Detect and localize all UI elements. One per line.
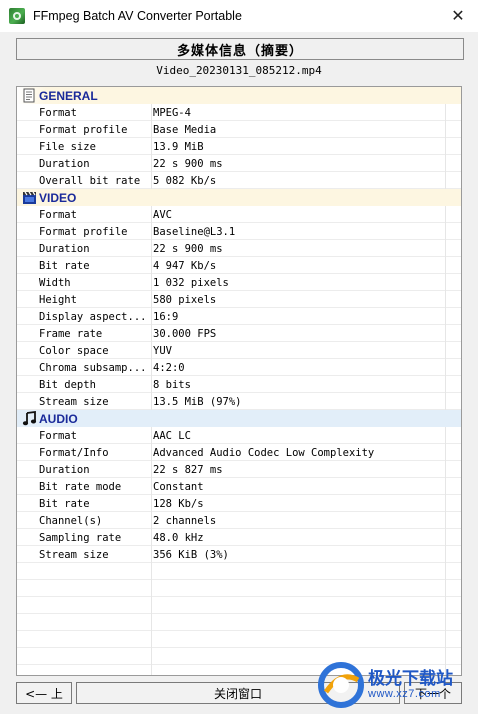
property-value: 22 s 900 ms [153, 157, 223, 170]
property-name: Height [39, 293, 77, 306]
property-value: 13.9 MiB [153, 140, 204, 153]
info-row[interactable]: Width 1 032 pixels [17, 274, 461, 291]
app-logo-icon [9, 8, 25, 24]
info-row[interactable]: File size 13.9 MiB [17, 138, 461, 155]
property-value: 1 032 pixels [153, 276, 229, 289]
property-name: Chroma subsamp... [39, 361, 147, 374]
property-name: File size [39, 140, 96, 153]
info-row[interactable]: Duration 22 s 827 ms [17, 461, 461, 478]
property-value: AAC LC [153, 429, 191, 442]
property-value: 30.000 FPS [153, 327, 217, 340]
info-row[interactable]: Overall bit rate 5 082 Kb/s [17, 172, 461, 189]
property-name: Bit depth [39, 378, 96, 391]
info-row[interactable]: Duration 22 s 900 ms [17, 240, 461, 257]
property-value: Advanced Audio Codec Low Complexity [153, 446, 375, 459]
info-row[interactable]: Format profile Baseline@L3.1 [17, 223, 461, 240]
property-name: Format profile [39, 225, 128, 238]
previous-button[interactable]: <— 上 [16, 682, 72, 704]
property-value: 16:9 [153, 310, 179, 323]
info-rows: GENERAL Format MPEG-4 Format profile Base Me… [17, 87, 461, 563]
file-info-icon [22, 88, 37, 103]
info-row[interactable]: Format AAC LC [17, 427, 461, 444]
property-value: 13.5 MiB (97%) [153, 395, 242, 408]
property-value: 356 KiB (3%) [153, 548, 229, 561]
property-value: YUV [153, 344, 172, 357]
info-row[interactable]: Stream size 356 KiB (3%) [17, 546, 461, 563]
property-name: Duration [39, 463, 90, 476]
property-value: Baseline@L3.1 [153, 225, 236, 238]
property-name: Color space [39, 344, 109, 357]
summary-heading: 多媒体信息（摘要） [16, 38, 464, 60]
property-name: Overall bit rate [39, 174, 141, 187]
section-header-audio: AUDIO [17, 410, 461, 427]
property-name: Width [39, 276, 71, 289]
property-value: AVC [153, 208, 172, 221]
section-title: VIDEO [39, 190, 77, 205]
title-bar: FFmpeg Batch AV Converter Portable ✕ [0, 0, 478, 32]
window-title: FFmpeg Batch AV Converter Portable [33, 9, 242, 23]
info-row[interactable]: Bit depth 8 bits [17, 376, 461, 393]
property-name: Format profile [39, 123, 128, 136]
info-row[interactable]: Stream size 13.5 MiB (97%) [17, 393, 461, 410]
info-row[interactable]: Height 580 pixels [17, 291, 461, 308]
info-row[interactable]: Chroma subsamp... 4:2:0 [17, 359, 461, 376]
property-value: Base Media [153, 123, 217, 136]
info-row[interactable]: Frame rate 30.000 FPS [17, 325, 461, 342]
close-window-dialog-button[interactable]: 关闭窗口 [76, 682, 400, 704]
info-row[interactable]: Display aspect... 16:9 [17, 308, 461, 325]
property-value: MPEG-4 [153, 106, 191, 119]
property-name: Channel(s) [39, 514, 103, 527]
section-header-general: GENERAL [17, 87, 461, 104]
info-row[interactable]: Color space YUV [17, 342, 461, 359]
property-name: Stream size [39, 395, 109, 408]
property-value: 22 s 900 ms [153, 242, 223, 255]
property-name: Stream size [39, 548, 109, 561]
section-title: GENERAL [39, 88, 98, 103]
info-row[interactable]: Bit rate 4 947 Kb/s [17, 257, 461, 274]
property-value: 48.0 kHz [153, 531, 204, 544]
music-note-icon [22, 410, 37, 426]
property-name: Sampling rate [39, 531, 122, 544]
property-name: Format [39, 429, 77, 442]
property-value: 128 Kb/s [153, 497, 204, 510]
section-header-video: VIDEO [17, 189, 461, 206]
property-value: 22 s 827 ms [153, 463, 223, 476]
film-clapper-icon [22, 190, 37, 205]
property-name: Bit rate [39, 259, 90, 272]
property-name: Bit rate [39, 497, 90, 510]
media-info-list[interactable]: GENERAL Format MPEG-4 Format profile Base Me… [16, 86, 462, 676]
property-value: 4:2:0 [153, 361, 185, 374]
property-name: Display aspect... [39, 310, 147, 323]
info-row[interactable]: Format AVC [17, 206, 461, 223]
property-value: 5 082 Kb/s [153, 174, 217, 187]
info-row[interactable]: Duration 22 s 900 ms [17, 155, 461, 172]
property-value: 4 947 Kb/s [153, 259, 217, 272]
info-row[interactable]: Sampling rate 48.0 kHz [17, 529, 461, 546]
info-row[interactable]: Bit rate mode Constant [17, 478, 461, 495]
info-row[interactable]: Format profile Base Media [17, 121, 461, 138]
property-value: Constant [153, 480, 204, 493]
property-value: 580 pixels [153, 293, 217, 306]
next-button[interactable]: 下一个 [404, 682, 462, 704]
property-name: Duration [39, 157, 90, 170]
property-value: 2 channels [153, 514, 217, 527]
property-name: Format [39, 106, 77, 119]
property-name: Duration [39, 242, 90, 255]
info-row[interactable]: Bit rate 128 Kb/s [17, 495, 461, 512]
info-row[interactable]: Channel(s) 2 channels [17, 512, 461, 529]
section-title: AUDIO [39, 411, 78, 426]
info-row[interactable]: Format MPEG-4 [17, 104, 461, 121]
close-window-button[interactable]: ✕ [438, 0, 478, 32]
property-name: Format/Info [39, 446, 109, 459]
file-name-label: Video_20230131_085212.mp4 [156, 64, 322, 77]
property-name: Format [39, 208, 77, 221]
property-value: 8 bits [153, 378, 191, 391]
property-name: Bit rate mode [39, 480, 122, 493]
info-row[interactable]: Format/Info Advanced Audio Codec Low Comp… [17, 444, 461, 461]
property-name: Frame rate [39, 327, 103, 340]
